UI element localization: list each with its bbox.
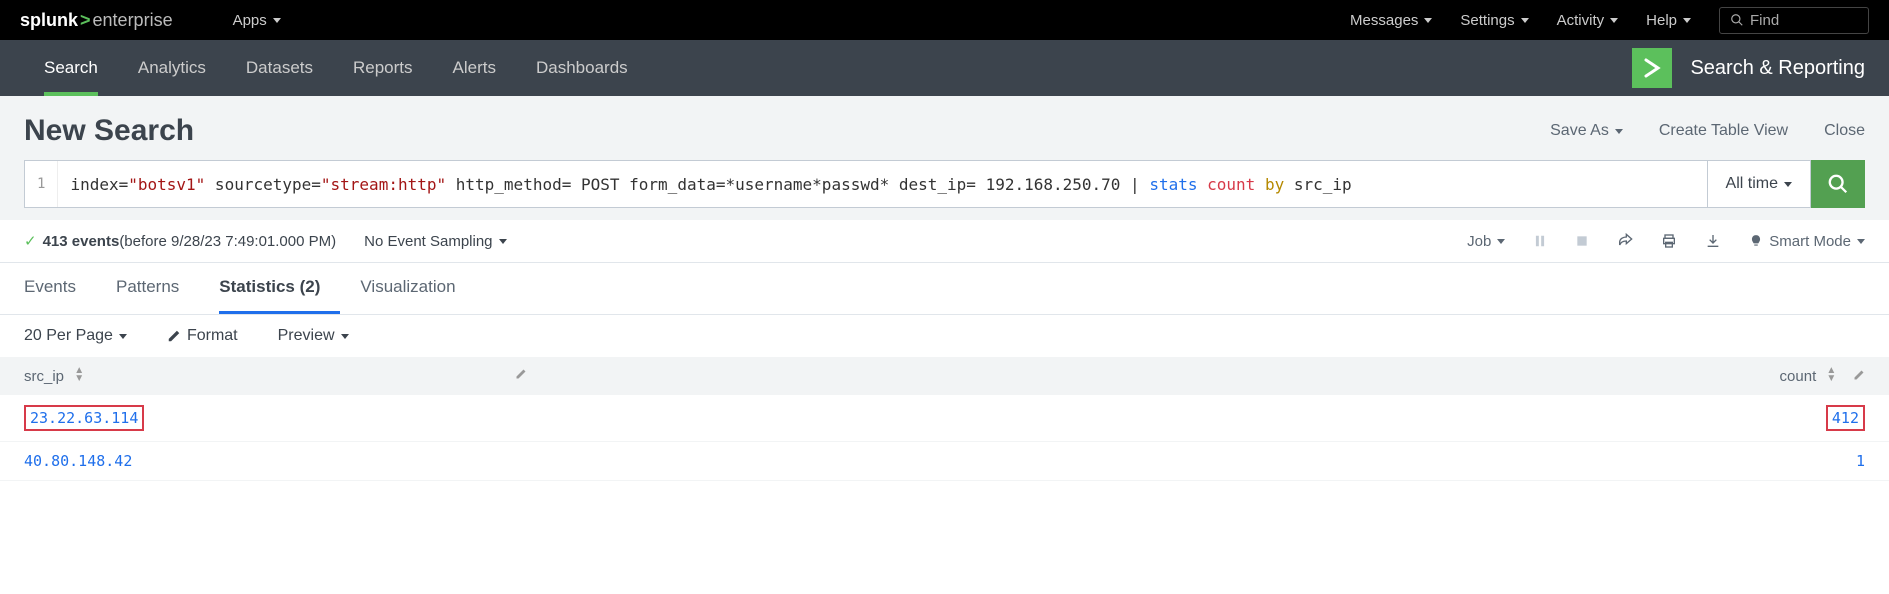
logo-enterprise-text: enterprise xyxy=(93,10,173,31)
activity-menu[interactable]: Activity xyxy=(1557,12,1619,29)
caret-down-icon xyxy=(341,334,349,339)
search-button[interactable] xyxy=(1811,160,1865,208)
app-title: Search & Reporting xyxy=(1690,57,1865,80)
preview-dropdown[interactable]: Preview xyxy=(278,327,349,345)
search-bar-row: 1 index="botsv1" sourcetype="stream:http… xyxy=(0,160,1889,220)
search-icon xyxy=(1730,13,1744,27)
print-button[interactable] xyxy=(1661,233,1677,249)
nav-analytics[interactable]: Analytics xyxy=(118,40,226,96)
nav-datasets[interactable]: Datasets xyxy=(226,40,333,96)
col-header-src-ip[interactable]: src_ip ▲▼ xyxy=(0,357,1054,395)
app-title-area: Search & Reporting xyxy=(1632,48,1865,88)
pencil-icon xyxy=(1853,369,1865,381)
logo-gt-icon: > xyxy=(78,10,93,31)
apps-menu[interactable]: Apps xyxy=(233,12,281,29)
caret-down-icon xyxy=(1610,18,1618,23)
share-icon xyxy=(1617,233,1633,249)
activity-label: Activity xyxy=(1557,12,1605,29)
format-dropdown[interactable]: Format xyxy=(167,327,238,345)
caret-down-icon xyxy=(1683,18,1691,23)
print-icon xyxy=(1661,233,1677,249)
tab-patterns[interactable]: Patterns xyxy=(116,263,199,314)
event-count: 413 events xyxy=(43,233,120,250)
pause-button[interactable] xyxy=(1533,234,1547,248)
search-query-input[interactable]: index="botsv1" sourcetype="stream:http" … xyxy=(58,175,1706,194)
settings-menu[interactable]: Settings xyxy=(1460,12,1528,29)
tab-statistics[interactable]: Statistics (2) xyxy=(219,263,340,314)
time-range-picker[interactable]: All time xyxy=(1708,160,1811,208)
check-icon: ✓ xyxy=(24,232,37,250)
tab-events[interactable]: Events xyxy=(24,263,96,314)
col-header-count[interactable]: count ▲▼ xyxy=(1054,357,1889,395)
cell-src-ip[interactable]: 40.80.148.42 xyxy=(0,442,1054,481)
find-placeholder: Find xyxy=(1750,12,1779,29)
cell-src-ip[interactable]: 23.22.63.114 xyxy=(0,395,1054,442)
stop-icon xyxy=(1575,234,1589,248)
job-menu[interactable]: Job xyxy=(1467,233,1505,250)
caret-down-icon xyxy=(1521,18,1529,23)
sort-icon: ▲▼ xyxy=(74,367,84,383)
page-title: New Search xyxy=(24,114,194,148)
download-icon xyxy=(1705,233,1721,249)
help-menu[interactable]: Help xyxy=(1646,12,1691,29)
apps-menu-label: Apps xyxy=(233,12,267,29)
page-actions: Save As Create Table View Close xyxy=(1550,122,1865,140)
nav-alerts[interactable]: Alerts xyxy=(433,40,516,96)
pencil-icon xyxy=(167,329,181,343)
cell-count: 1 xyxy=(1054,442,1889,481)
edit-column-icon[interactable] xyxy=(1853,368,1865,385)
topbar-right: Messages Settings Activity Help Find xyxy=(1350,7,1869,34)
search-input-box[interactable]: 1 index="botsv1" sourcetype="stream:http… xyxy=(24,160,1708,208)
nav-search[interactable]: Search xyxy=(24,40,118,96)
splunk-logo[interactable]: splunk > enterprise xyxy=(20,10,173,31)
result-tabs: Events Patterns Statistics (2) Visualiza… xyxy=(0,263,1889,315)
caret-down-icon xyxy=(1424,18,1432,23)
nav-reports[interactable]: Reports xyxy=(333,40,433,96)
tab-visualization[interactable]: Visualization xyxy=(360,263,475,314)
sort-icon: ▲▼ xyxy=(1826,367,1836,383)
messages-label: Messages xyxy=(1350,12,1418,29)
pause-icon xyxy=(1533,234,1547,248)
caret-down-icon xyxy=(1784,182,1792,187)
app-navbar: Search Analytics Datasets Reports Alerts… xyxy=(0,40,1889,96)
messages-menu[interactable]: Messages xyxy=(1350,12,1432,29)
caret-down-icon xyxy=(1615,129,1623,134)
global-topbar: splunk > enterprise Apps Messages Settin… xyxy=(0,0,1889,40)
search-status-row: ✓ 413 events (before 9/28/23 7:49:01.000… xyxy=(0,220,1889,263)
settings-label: Settings xyxy=(1460,12,1514,29)
caret-down-icon xyxy=(1497,239,1505,244)
find-input[interactable]: Find xyxy=(1719,7,1869,34)
app-icon xyxy=(1632,48,1672,88)
line-number: 1 xyxy=(25,161,58,207)
status-right-controls: Job Smart Mode xyxy=(1467,233,1865,250)
caret-down-icon xyxy=(1857,239,1865,244)
table-row[interactable]: 40.80.148.42 1 xyxy=(0,442,1889,481)
page-header: New Search Save As Create Table View Clo… xyxy=(0,96,1889,160)
per-page-dropdown[interactable]: 20 Per Page xyxy=(24,327,127,345)
cell-count: 412 xyxy=(1054,395,1889,442)
event-sampling-dropdown[interactable]: No Event Sampling xyxy=(364,233,506,250)
lightbulb-icon xyxy=(1749,234,1763,248)
search-icon xyxy=(1827,173,1849,195)
caret-down-icon xyxy=(273,18,281,23)
share-button[interactable] xyxy=(1617,233,1633,249)
table-row[interactable]: 23.22.63.114 412 xyxy=(0,395,1889,442)
logo-splunk-text: splunk xyxy=(20,10,78,31)
results-table: src_ip ▲▼ count ▲▼ 23.22.63.114 4 xyxy=(0,357,1889,481)
caret-down-icon xyxy=(119,334,127,339)
close-button[interactable]: Close xyxy=(1824,122,1865,140)
export-button[interactable] xyxy=(1705,233,1721,249)
caret-down-icon xyxy=(499,239,507,244)
smart-mode-dropdown[interactable]: Smart Mode xyxy=(1749,233,1865,250)
stop-button[interactable] xyxy=(1575,234,1589,248)
event-time-range: (before 9/28/23 7:49:01.000 PM) xyxy=(119,233,336,250)
edit-column-icon[interactable] xyxy=(515,367,527,384)
save-as-button[interactable]: Save As xyxy=(1550,122,1623,140)
create-table-view-button[interactable]: Create Table View xyxy=(1659,122,1788,140)
nav-dashboards[interactable]: Dashboards xyxy=(516,40,648,96)
table-controls: 20 Per Page Format Preview xyxy=(0,315,1889,357)
pencil-icon xyxy=(515,368,527,380)
help-label: Help xyxy=(1646,12,1677,29)
